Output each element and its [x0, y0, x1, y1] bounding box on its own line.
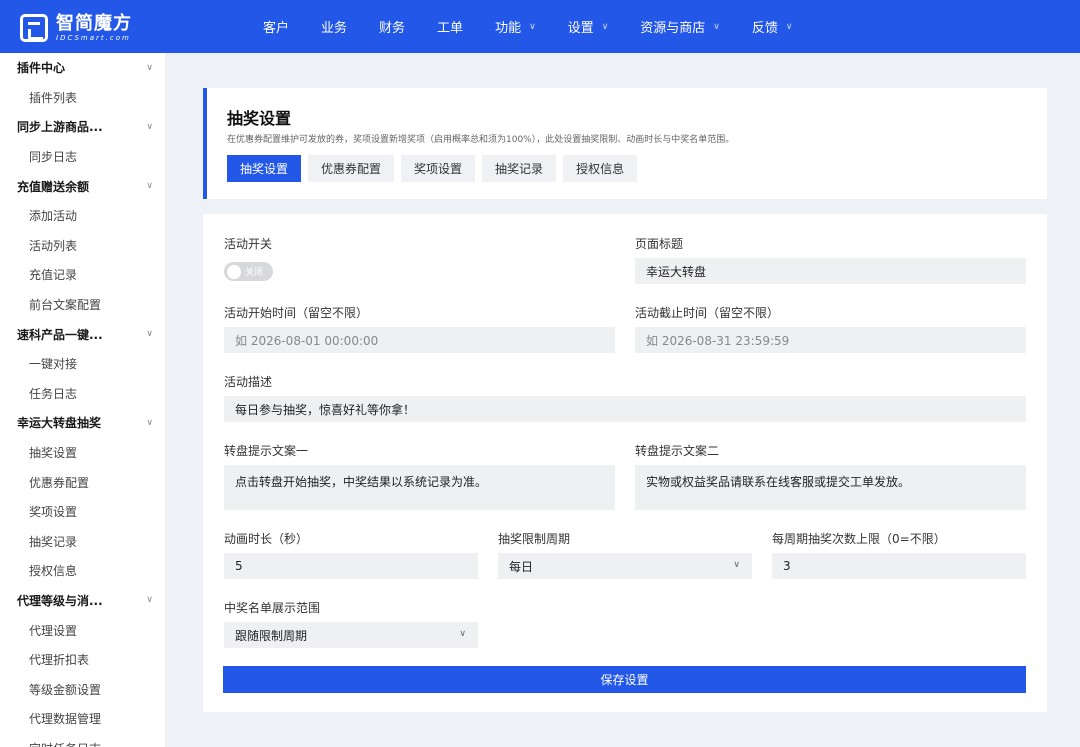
- toggle-state-text: 关闭: [245, 268, 264, 278]
- limit-period-label: 抽奖限制周期: [498, 532, 571, 546]
- activity-switch-toggle[interactable]: 关闭: [224, 262, 273, 281]
- save-button[interactable]: 保存设置: [223, 666, 1026, 693]
- nav-finance[interactable]: 财务: [379, 17, 405, 36]
- description-label: 活动描述: [224, 375, 273, 389]
- duration-input[interactable]: 5: [224, 553, 478, 579]
- winner-scope-select[interactable]: 跟随限制周期 ∨: [224, 622, 478, 648]
- tab-lottery-records[interactable]: 抽奖记录: [482, 155, 557, 182]
- chevron-down-icon: ∨: [785, 21, 793, 32]
- sidebar: 插件中心 ∨ 插件列表 同步上游商品... ∨ 同步日志 充值赠送余额 ∨ 添加活动 …: [0, 53, 165, 747]
- limit-count-label: 每周期抽奖次数上限（0=不限）: [772, 532, 946, 546]
- start-time-label: 活动开始时间（留空不限）: [224, 306, 369, 320]
- top-nav-menu: 客户 业务 财务 工单 功能 ∨ 设置 ∨ 资源与商店 ∨ 反馈 ∨: [263, 0, 825, 53]
- tab-prize-settings[interactable]: 奖项设置: [401, 155, 476, 182]
- end-time-input[interactable]: 如 2026-08-31 23:59:59: [635, 327, 1026, 353]
- tip2-label: 转盘提示文案二: [635, 444, 720, 458]
- chevron-down-icon: ∨: [733, 560, 740, 570]
- chevron-down-icon: ∨: [146, 595, 153, 606]
- sidebar-item-agent-discount[interactable]: 代理折扣表: [0, 645, 165, 675]
- duration-label: 动画时长（秒）: [224, 532, 309, 546]
- sidebar-item-agent-settings[interactable]: 代理设置: [0, 615, 165, 645]
- brand-logo[interactable]: 智简魔方 IDCSmart.com: [20, 11, 160, 45]
- sidebar-item-license-info[interactable]: 授权信息: [0, 556, 165, 586]
- tip1-textarea[interactable]: 点击转盘开始抽奖，中奖结果以系统记录为准。: [224, 465, 615, 510]
- tip1-label: 转盘提示文案一: [224, 444, 309, 458]
- start-time-input[interactable]: 如 2026-08-01 00:00:00: [224, 327, 615, 353]
- tab-coupon-config[interactable]: 优惠券配置: [308, 155, 395, 182]
- nav-features[interactable]: 功能 ∨: [495, 17, 536, 36]
- winner-scope-label: 中奖名单展示范围: [224, 601, 321, 615]
- chevron-down-icon: ∨: [459, 629, 466, 639]
- sidebar-group-sync-upstream[interactable]: 同步上游商品... ∨: [0, 112, 165, 142]
- sidebar-item-add-activity[interactable]: 添加活动: [0, 201, 165, 231]
- chevron-down-icon: ∨: [529, 21, 536, 32]
- sidebar-item-task-log[interactable]: 任务日志: [0, 379, 165, 409]
- brand-name: 智简魔方: [56, 13, 132, 34]
- chevron-down-icon: ∨: [601, 21, 609, 32]
- description-input[interactable]: 每日参与抽奖，惊喜好礼等你拿！: [224, 396, 1026, 422]
- chevron-down-icon: ∨: [146, 121, 153, 132]
- nav-resources-store[interactable]: 资源与商店 ∨: [640, 17, 720, 36]
- sidebar-item-coupon-config[interactable]: 优惠券配置: [0, 467, 165, 497]
- limit-count-input[interactable]: 3: [772, 553, 1026, 579]
- chevron-down-icon: ∨: [713, 21, 720, 32]
- tab-lottery-settings[interactable]: 抽奖设置: [227, 155, 302, 182]
- limit-period-select[interactable]: 每日 ∨: [498, 553, 752, 579]
- sidebar-group-agent-level[interactable]: 代理等级与消... ∨: [0, 586, 165, 616]
- sidebar-item-lottery-settings[interactable]: 抽奖设置: [0, 438, 165, 468]
- page-title-input[interactable]: 幸运大转盘: [635, 258, 1026, 284]
- sidebar-item-sync-log[interactable]: 同步日志: [0, 142, 165, 172]
- page-title: 抽奖设置: [227, 109, 292, 128]
- sidebar-item-prize-settings[interactable]: 奖项设置: [0, 497, 165, 527]
- tip2-textarea[interactable]: 实物或权益奖品请联系在线客服或提交工单发放。: [635, 465, 1026, 510]
- chevron-down-icon: ∨: [146, 417, 153, 428]
- chevron-down-icon: ∨: [146, 181, 153, 192]
- sidebar-item-level-amount[interactable]: 等级金额设置: [0, 674, 165, 704]
- logo-icon: [20, 14, 48, 42]
- tab-bar: 抽奖设置 优惠券配置 奖项设置 抽奖记录 授权信息: [227, 155, 644, 182]
- nav-tickets[interactable]: 工单: [437, 17, 463, 36]
- end-time-label: 活动截止时间（留空不限）: [635, 306, 780, 320]
- settings-form: 活动开关 关闭 页面标题 幸运大转盘 活动开始时间（留空不限） 如 2026-0…: [203, 214, 1047, 712]
- sidebar-item-one-click-connect[interactable]: 一键对接: [0, 349, 165, 379]
- top-navbar: 智简魔方 IDCSmart.com 客户 业务 财务 工单 功能 ∨ 设置 ∨ 资源…: [0, 0, 1080, 53]
- brand-name-en: IDCSmart.com: [56, 34, 131, 42]
- page-header-card: 抽奖设置 在优惠券配置维护可发放的券，奖项设置新增奖项（启用概率总和须为100%…: [203, 88, 1047, 199]
- sidebar-item-activity-list[interactable]: 活动列表: [0, 231, 165, 261]
- page-description: 在优惠券配置维护可发放的券，奖项设置新增奖项（启用概率总和须为100%），此处设…: [227, 135, 735, 145]
- sidebar-item-cron-log[interactable]: 定时任务日志: [0, 734, 165, 747]
- chevron-down-icon: ∨: [146, 329, 153, 340]
- toggle-knob: [227, 264, 241, 279]
- sidebar-item-frontend-copy[interactable]: 前台文案配置: [0, 290, 165, 320]
- nav-feedback[interactable]: 反馈 ∨: [752, 17, 793, 36]
- sidebar-group-recharge-bonus[interactable]: 充值赠送余额 ∨: [0, 171, 165, 201]
- chevron-down-icon: ∨: [146, 62, 153, 73]
- nav-business[interactable]: 业务: [321, 17, 347, 36]
- sidebar-group-plugin-center[interactable]: 插件中心 ∨: [0, 53, 165, 83]
- sidebar-group-lucky-wheel[interactable]: 幸运大转盘抽奖 ∨: [0, 408, 165, 438]
- activity-switch-label: 活动开关: [224, 237, 273, 251]
- sidebar-group-suke-product[interactable]: 速科产品一键... ∨: [0, 319, 165, 349]
- tab-license-info[interactable]: 授权信息: [563, 155, 638, 182]
- nav-settings[interactable]: 设置 ∨: [568, 17, 609, 36]
- sidebar-item-recharge-records[interactable]: 充值记录: [0, 260, 165, 290]
- sidebar-item-plugin-list[interactable]: 插件列表: [0, 83, 165, 113]
- sidebar-item-agent-data[interactable]: 代理数据管理: [0, 704, 165, 734]
- page-title-label: 页面标题: [635, 237, 684, 251]
- nav-customers[interactable]: 客户: [263, 17, 289, 36]
- sidebar-item-lottery-records[interactable]: 抽奖记录: [0, 527, 165, 557]
